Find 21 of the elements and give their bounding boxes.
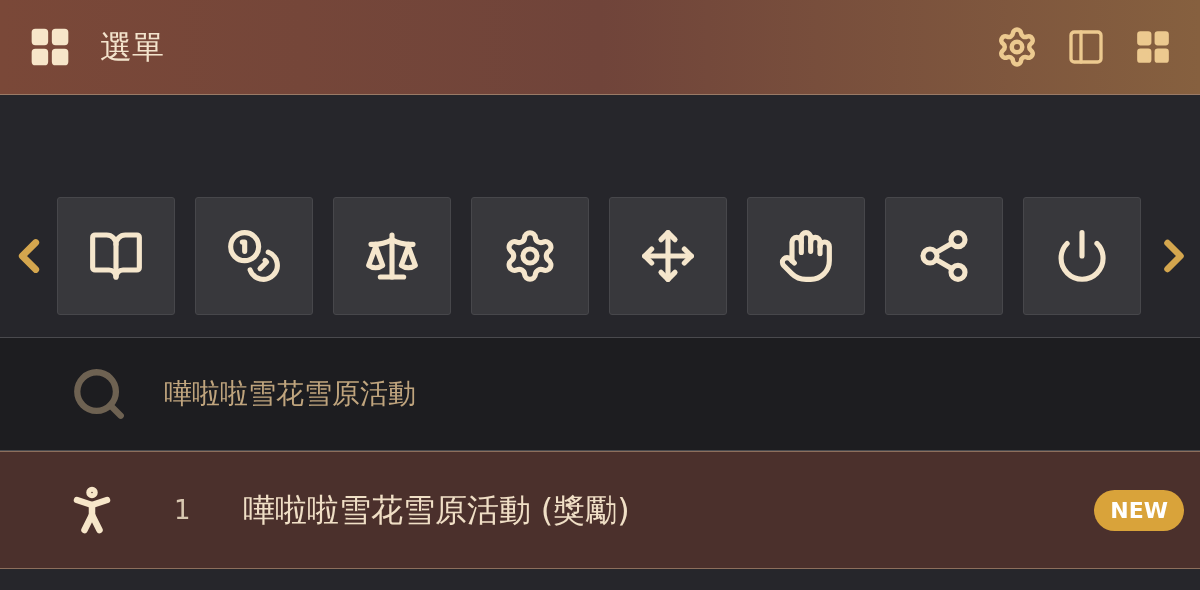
shortcut-button[interactable] (195, 197, 313, 315)
new-badge: NEW (1094, 489, 1184, 531)
shortcut-button[interactable] (57, 197, 175, 315)
shortcut-button[interactable] (1023, 197, 1141, 315)
result-row[interactable]: 1 嘩啦啦雪花雪原活動 (獎勵) NEW (0, 451, 1200, 569)
search-field[interactable]: 嘩啦啦雪花雪原活動 (0, 337, 1200, 451)
coins-icon (226, 228, 282, 284)
shortcut-button[interactable] (885, 197, 1003, 315)
settings-icon[interactable] (996, 26, 1038, 68)
shortcut-button[interactable] (333, 197, 451, 315)
panel-icon[interactable] (1066, 27, 1106, 67)
shortcut-button[interactable] (747, 197, 865, 315)
shortcut-button[interactable] (609, 197, 727, 315)
grid-icon[interactable] (1134, 28, 1172, 66)
hand-icon (778, 228, 834, 284)
window-title: 選單 (100, 27, 164, 68)
result-index: 1 (174, 493, 191, 527)
search-text: 嘩啦啦雪花雪原活動 (164, 376, 416, 412)
shortcut-button[interactable] (471, 197, 589, 315)
result-title: 嘩啦啦雪花雪原活動 (獎勵) (242, 490, 630, 531)
move-icon (640, 228, 696, 284)
